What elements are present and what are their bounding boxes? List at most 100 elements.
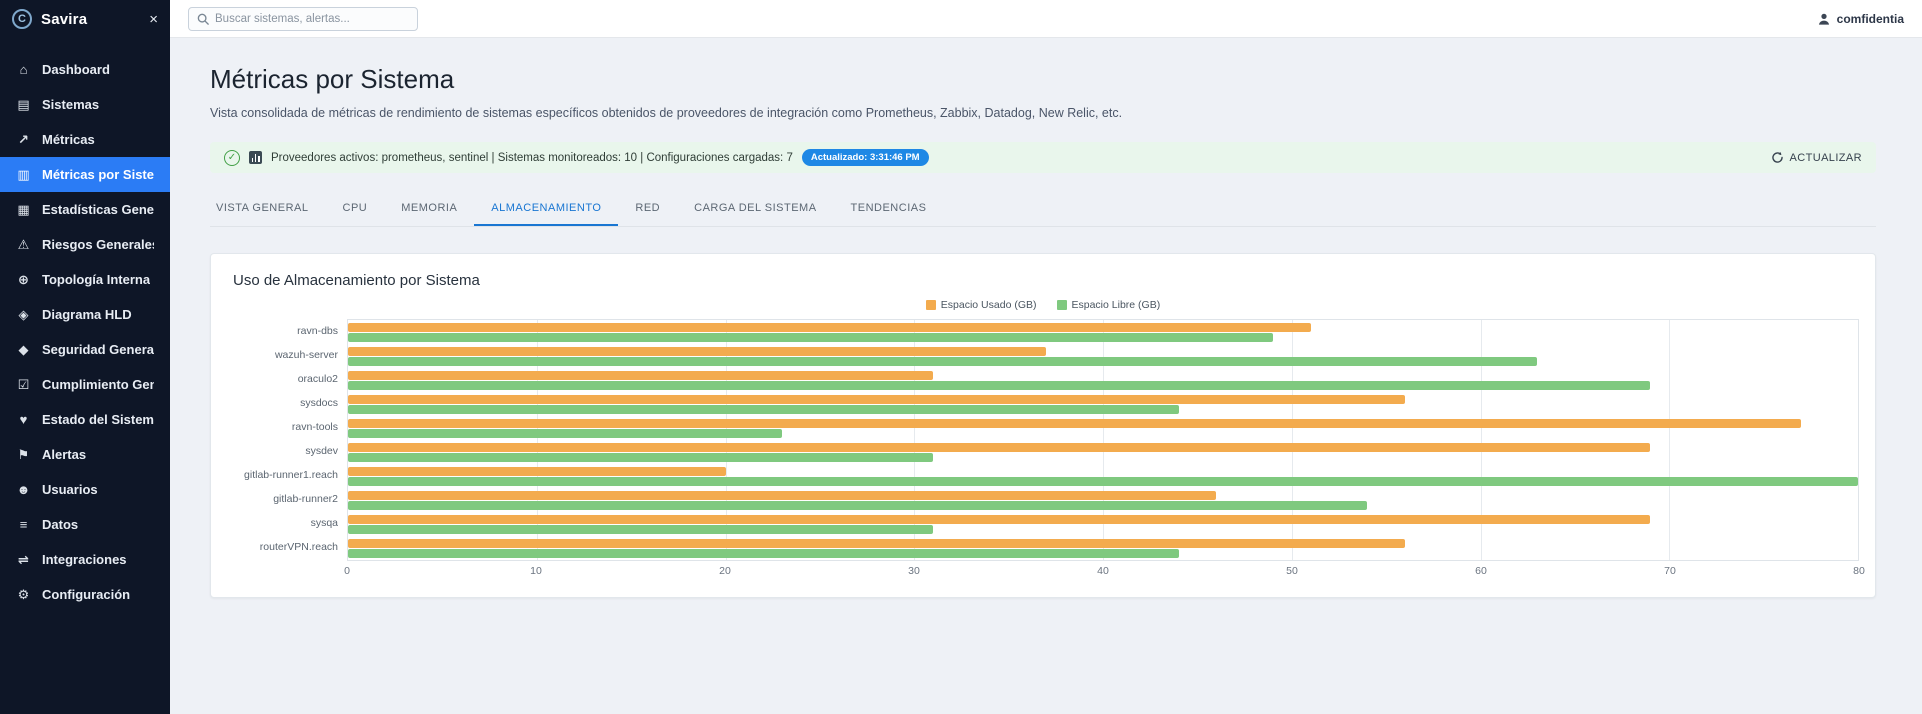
sidebar-item-cumplimiento-general[interactable]: ☑Cumplimiento Gene — [0, 367, 170, 402]
sidebar-item-configuracion[interactable]: ⚙Configuración — [0, 577, 170, 612]
sidebar-item-topologia-interna[interactable]: ⊕Topología Interna — [0, 262, 170, 297]
chart-row — [348, 368, 1858, 392]
y-tick-label: sysdev — [227, 439, 347, 463]
sidebar-item-label: Diagrama HLD — [42, 307, 132, 322]
sidebar-item-label: Seguridad General — [42, 342, 154, 357]
chart-row — [348, 416, 1858, 440]
users-icon: ☻ — [16, 482, 31, 497]
y-tick-label: routerVPN.reach — [227, 535, 347, 559]
bar-used — [348, 491, 1216, 500]
tabs: VISTA GENERALCPUMEMORIAALMACENAMIENTORED… — [210, 191, 1876, 227]
tab-red[interactable]: RED — [618, 191, 677, 226]
user-icon — [1817, 12, 1831, 26]
y-tick-label: oraculo2 — [227, 367, 347, 391]
brand-name: Savira — [41, 11, 87, 28]
sidebar-item-riesgos-generales[interactable]: ⚠Riesgos Generales — [0, 227, 170, 262]
y-tick-label: sysdocs — [227, 391, 347, 415]
legend-swatch — [926, 300, 936, 310]
sidebar-item-label: Cumplimiento Gene — [42, 377, 154, 392]
sidebar-item-estadisticas-generales[interactable]: ▦Estadísticas Genera — [0, 192, 170, 227]
chart-row — [348, 392, 1858, 416]
sidebar-item-label: Integraciones — [42, 552, 127, 567]
x-tick-label: 70 — [1664, 565, 1676, 577]
sidebar-item-label: Alertas — [42, 447, 86, 462]
sidebar-header: C Savira × — [0, 0, 170, 38]
legend-label: Espacio Usado (GB) — [941, 299, 1037, 311]
sidebar-item-label: Métricas — [42, 132, 95, 147]
metrics-icon: ↗ — [16, 132, 31, 148]
close-icon[interactable]: × — [149, 12, 158, 27]
chart-card: Uso de Almacenamiento por Sistema Espaci… — [210, 253, 1876, 598]
sidebar-item-seguridad-general[interactable]: ◆ Seguridad General — [0, 332, 170, 367]
check-circle-icon: ✓ — [224, 150, 240, 166]
x-tick-label: 0 — [344, 565, 350, 577]
chart-row — [348, 488, 1858, 512]
chart-body: ravn-dbswazuh-serveroraculo2sysdocsravn-… — [227, 319, 1859, 583]
sidebar-item-datos[interactable]: ≡Datos — [0, 507, 170, 542]
x-tick-label: 10 — [530, 565, 542, 577]
bar-free — [348, 501, 1367, 510]
user-menu[interactable]: comfidentia — [1817, 12, 1904, 26]
sidebar: C Savira × ⌂ Dashboard ▤Sistemas ↗ Métricas ▥… — [0, 0, 170, 714]
sidebar-item-label: Dashboard — [42, 62, 110, 77]
bar-used — [348, 371, 933, 380]
search-icon — [197, 13, 209, 25]
chart-row — [348, 320, 1858, 344]
bar-used — [348, 443, 1650, 452]
chart-bar-icon: ▥ — [16, 167, 31, 183]
sidebar-item-label: Métricas por Sistem — [42, 167, 154, 182]
tab-carga-del-sistema[interactable]: CARGA DEL SISTEMA — [677, 191, 833, 226]
bar-free — [348, 453, 933, 462]
updated-badge: Actualizado: 3:31:46 PM — [802, 149, 929, 166]
stats-icon: ▦ — [16, 202, 31, 218]
status-bar: ✓ Proveedores activos: prometheus, senti… — [210, 142, 1876, 173]
tab-memoria[interactable]: MEMORIA — [384, 191, 474, 226]
sidebar-item-integraciones[interactable]: ⇌Integraciones — [0, 542, 170, 577]
chart-row — [348, 512, 1858, 536]
bar-free — [348, 333, 1273, 342]
bar-free — [348, 549, 1179, 558]
sidebar-item-metricas[interactable]: ↗ Métricas — [0, 122, 170, 157]
bar-free — [348, 357, 1537, 366]
sidebar-item-estado-del-sistema[interactable]: ♥ Estado del Sistema — [0, 402, 170, 437]
database-icon: ≡ — [16, 517, 31, 532]
legend-label: Espacio Libre (GB) — [1072, 299, 1161, 311]
chart-row — [348, 536, 1858, 560]
y-tick-label: ravn-tools — [227, 415, 347, 439]
sidebar-item-alertas[interactable]: ⚑Alertas — [0, 437, 170, 472]
bar-used — [348, 515, 1650, 524]
chart-legend: Espacio Usado (GB) Espacio Libre (GB) — [227, 299, 1859, 311]
bar-free — [348, 477, 1858, 486]
search-box[interactable] — [188, 7, 418, 31]
shield-icon: ◆ — [16, 342, 31, 358]
sidebar-item-label: Configuración — [42, 587, 130, 602]
y-tick-label: gitlab-runner2 — [227, 487, 347, 511]
chart-row — [348, 440, 1858, 464]
x-tick-label: 50 — [1286, 565, 1298, 577]
x-tick-label: 20 — [719, 565, 731, 577]
providers-icon — [249, 151, 262, 164]
x-tick-label: 80 — [1853, 565, 1865, 577]
sidebar-item-usuarios[interactable]: ☻Usuarios — [0, 472, 170, 507]
tab-cpu[interactable]: CPU — [326, 191, 385, 226]
sidebar-item-dashboard[interactable]: ⌂ Dashboard — [0, 52, 170, 87]
sidebar-item-diagrama-hld[interactable]: ◈Diagrama HLD — [0, 297, 170, 332]
x-tick-label: 60 — [1475, 565, 1487, 577]
heartbeat-icon: ♥ — [16, 412, 31, 427]
bar-used — [348, 539, 1405, 548]
tab-almacenamiento[interactable]: ALMACENAMIENTO — [474, 191, 618, 226]
y-axis-labels: ravn-dbswazuh-serveroraculo2sysdocsravn-… — [227, 319, 347, 583]
sidebar-item-metricas-por-sistema[interactable]: ▥ Métricas por Sistem — [0, 157, 170, 192]
bar-used — [348, 467, 726, 476]
tab-vista-general[interactable]: VISTA GENERAL — [210, 191, 326, 226]
systems-icon: ▤ — [16, 97, 31, 113]
tab-tendencias[interactable]: TENDENCIAS — [834, 191, 944, 226]
search-input[interactable] — [215, 13, 409, 25]
x-axis: 01020304050607080 — [347, 565, 1859, 583]
x-tick-label: 30 — [908, 565, 920, 577]
sidebar-item-sistemas[interactable]: ▤Sistemas — [0, 87, 170, 122]
home-icon: ⌂ — [16, 62, 31, 77]
refresh-icon — [1771, 151, 1784, 164]
sidebar-item-label: Estado del Sistema — [42, 412, 154, 427]
refresh-button[interactable]: ACTUALIZAR — [1771, 151, 1862, 164]
